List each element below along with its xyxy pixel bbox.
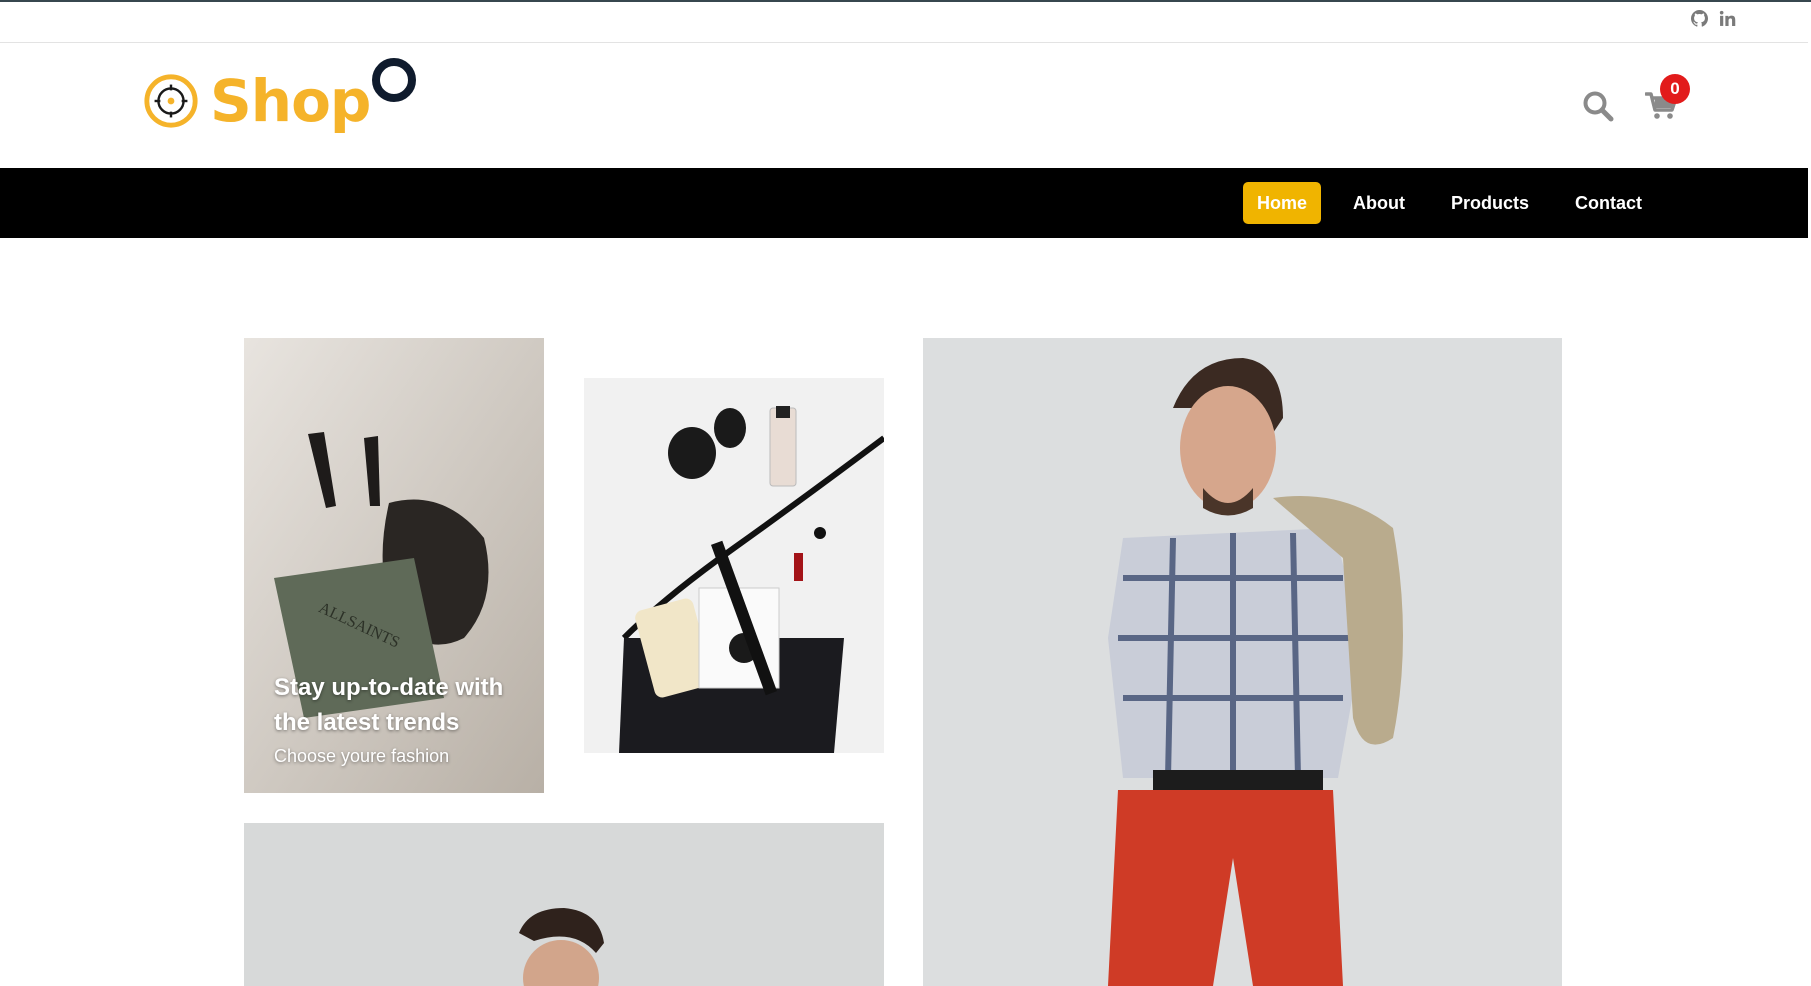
hero-image-tile[interactable]: ALLSAINTS Stay up-to-date with the lates…: [244, 338, 544, 793]
hero-overlay: Stay up-to-date with the latest trends C…: [274, 670, 532, 767]
brand-name: Shop: [210, 67, 371, 135]
nav-item-contact[interactable]: Contact: [1561, 182, 1656, 224]
site-header: Shop 0: [0, 44, 1808, 168]
hero-title: Stay up-to-date with the latest trends: [274, 674, 504, 736]
hero-subtitle: Choose youre fashion: [274, 746, 450, 766]
social-links: [1690, 9, 1736, 27]
nav-menu: Home About Products Contact: [1242, 182, 1656, 224]
nav-item-home[interactable]: Home: [1242, 182, 1321, 224]
cart-button[interactable]: 0: [1644, 74, 1690, 124]
top-social-bar: [0, 2, 1808, 43]
search-button[interactable]: [1580, 88, 1616, 124]
male-model-portrait-image: [244, 823, 884, 986]
model-image-tile[interactable]: [923, 338, 1562, 986]
brand-logo[interactable]: Shop: [142, 58, 417, 135]
nav-item-products[interactable]: Products: [1437, 182, 1543, 224]
second-model-image-tile[interactable]: [244, 823, 884, 986]
header-actions: 0: [1580, 74, 1690, 124]
linkedin-icon[interactable]: [1718, 9, 1736, 27]
github-icon[interactable]: [1690, 9, 1708, 27]
cart-count-badge: 0: [1660, 74, 1690, 104]
accessories-image-tile[interactable]: [584, 378, 884, 753]
search-icon: [1583, 91, 1614, 122]
male-model-plaid-shirt-image: [923, 338, 1562, 986]
logo-ring-mark: [372, 58, 417, 102]
accessories-flatlay-image: [584, 378, 884, 753]
nav-item-about[interactable]: About: [1339, 182, 1419, 224]
target-logo-icon: [144, 74, 198, 128]
main-navbar: Home About Products Contact: [0, 168, 1808, 238]
